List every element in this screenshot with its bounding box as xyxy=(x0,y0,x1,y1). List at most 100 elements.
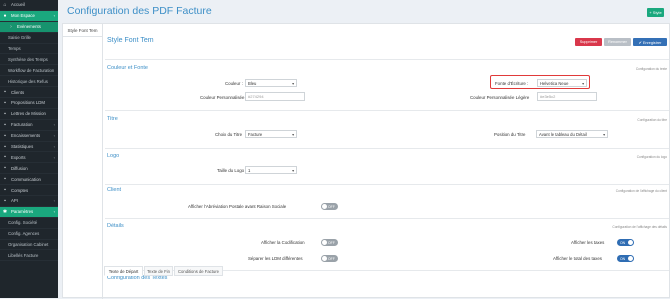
toggle-state: OFF xyxy=(328,240,335,245)
sidebar-item[interactable]: › Evènements xyxy=(0,21,58,33)
taille-logo-select[interactable]: 1 ▾ xyxy=(245,166,297,174)
sidebar-item-label: Evènements xyxy=(17,24,41,30)
position-titre-value: Avant le tableau du Détail xyxy=(539,131,587,137)
abreviation-label: Afficher l'Abréviation Postale avant Rai… xyxy=(188,204,287,209)
chevron-left-icon: ‹ xyxy=(53,198,55,204)
codification-label: Afficher la Codification xyxy=(261,240,305,245)
sidebar-item[interactable]: ▪ Propositions LDM xyxy=(0,98,58,109)
toggle-state: ON xyxy=(620,240,626,245)
separer-toggle[interactable]: OFF xyxy=(321,255,338,262)
choix-titre-label: Choix du Titre xyxy=(215,132,243,137)
couleur-perso-input[interactable]: #274294 xyxy=(245,92,305,101)
sidebar-item-label: Organisation Cabinet xyxy=(8,242,49,248)
divider xyxy=(105,110,669,111)
couleur-perso-label: Couleur Personnalisée xyxy=(200,95,245,100)
couleur-select[interactable]: Bleu ▾ xyxy=(245,79,297,87)
export-icon: ▪ xyxy=(4,154,6,161)
add-style-button[interactable]: + Style xyxy=(647,8,664,17)
main-area: Configuration des PDF Facture + Style St… xyxy=(58,0,670,299)
sidebar-item[interactable]: ⌂ Accueil xyxy=(0,0,58,11)
taille-logo-label: Taille du Logo xyxy=(217,168,245,173)
chevron-icon: › xyxy=(10,23,12,30)
sidebar-item[interactable]: ✱ Paramètres ‹ xyxy=(0,206,58,218)
divider xyxy=(105,148,669,149)
chat-icon: ▪ xyxy=(4,176,6,183)
sidebar-item[interactable]: Workflow de Facturation xyxy=(0,65,58,77)
invoice-icon: ▪ xyxy=(4,121,6,128)
tab-texte-fin[interactable]: Texte de Fin xyxy=(144,266,173,276)
sidebar-item[interactable]: ● Mon Espace ‹ xyxy=(0,10,58,22)
sidebar-item[interactable]: Temps xyxy=(0,44,58,55)
sidebar-item[interactable]: ▪ Communication xyxy=(0,174,58,186)
chevron-left-icon: ‹ xyxy=(53,154,55,160)
sidebar-item[interactable]: ▪ Comptes xyxy=(0,185,58,197)
chevron-down-icon: ▾ xyxy=(603,133,605,137)
sidebar-item[interactable]: ▪ Encaissements ‹ xyxy=(0,131,58,142)
abreviation-toggle[interactable]: OFF xyxy=(321,203,338,210)
sidebar-item-label: Workflow de Facturation xyxy=(8,67,55,73)
rename-button[interactable]: Renommer xyxy=(604,38,631,46)
sidebar-item-label: Statistiques xyxy=(11,144,34,150)
sidebar-item[interactable]: Config. Agences xyxy=(0,229,58,240)
sidebar-item[interactable]: Organisation Cabinet xyxy=(0,240,58,251)
fonte-highlight-box xyxy=(490,75,590,89)
toggle-state: OFF xyxy=(328,256,335,261)
sidebar-item[interactable]: ▪ Statistiques ‹ xyxy=(0,142,58,153)
position-titre-label: Position du Titre xyxy=(494,132,526,137)
choix-titre-select[interactable]: Facture ▾ xyxy=(245,130,297,138)
sidebar: ⌂ Accueil ● Mon Espace ‹ › Evènements Saisie Gr… xyxy=(0,0,58,298)
section-note-details: Configuration de l'affichage des détails xyxy=(612,225,667,229)
sidebar-item[interactable]: ▪ Lettres de Mission xyxy=(0,109,58,120)
couleur-perso-legere-input[interactable]: #e3e5c2 xyxy=(537,92,597,101)
save-button[interactable]: ✔ Enregistrer xyxy=(633,38,667,46)
tab-texte-depart[interactable]: Texte de Départ xyxy=(104,266,143,276)
vertical-tab-column xyxy=(63,37,103,299)
style-form: Style Font Tem Supprimer Renommer ✔ Enre… xyxy=(105,24,669,299)
choix-titre-value: Facture xyxy=(248,131,263,137)
config-panel: Style Font Tem Style Font Tem Supprimer … xyxy=(62,23,670,299)
total-taxes-toggle[interactable]: ON xyxy=(617,255,634,262)
sidebar-item-label: Temps xyxy=(8,46,21,51)
toggle-knob xyxy=(628,256,633,261)
couleur-value: Bleu xyxy=(248,80,257,86)
sidebar-item[interactable]: Config. Société xyxy=(0,218,58,229)
tab-style-font-tem[interactable]: Style Font Tem xyxy=(63,24,103,37)
page-title: Configuration des PDF Facture xyxy=(67,5,212,17)
toggle-knob xyxy=(322,256,327,261)
users-icon: ▪ xyxy=(4,187,6,194)
sidebar-item-label: Libellés Facture xyxy=(8,252,39,258)
sidebar-item-label: Comptes xyxy=(11,187,29,193)
sidebar-item-label: Propositions LDM xyxy=(11,100,45,106)
chart-icon: ▪ xyxy=(4,143,6,150)
document-icon: ▪ xyxy=(4,110,6,117)
sidebar-item-label: Synthèse des Temps xyxy=(8,56,48,62)
chevron-left-icon: ‹ xyxy=(53,13,55,19)
section-note-couleur: Configuration du texte xyxy=(635,67,667,71)
codification-toggle[interactable]: OFF xyxy=(321,239,338,246)
broadcast-icon: ▪ xyxy=(4,165,6,172)
sidebar-item[interactable]: ▪ API ‹ xyxy=(0,196,58,207)
sidebar-item-label: API xyxy=(11,198,18,204)
delete-button[interactable]: Supprimer xyxy=(575,38,602,46)
divider xyxy=(105,59,669,60)
style-title: Style Font Tem xyxy=(107,37,154,44)
total-taxes-label: Afficher le total des taxes xyxy=(553,256,602,261)
sidebar-item[interactable]: ▪ Diffusion xyxy=(0,163,58,175)
tab-conditions-facture[interactable]: Conditions de Facture xyxy=(174,266,223,276)
divider xyxy=(105,218,669,219)
toggle-knob xyxy=(322,240,327,245)
sidebar-item[interactable]: ▪ Exports ‹ xyxy=(0,152,58,164)
sidebar-item[interactable]: Synthèse des Temps xyxy=(0,54,58,66)
sidebar-item[interactable]: ▪ Facturation ‹ xyxy=(0,120,58,131)
sidebar-item-label: Clients xyxy=(11,89,25,95)
sidebar-item[interactable]: ▪ Clients xyxy=(0,87,58,99)
sidebar-item-label: Mon Espace xyxy=(11,13,35,19)
position-titre-select[interactable]: Avant le tableau du Détail ▾ xyxy=(536,130,608,138)
chevron-down-icon: ▾ xyxy=(292,169,294,173)
taxes-label: Afficher les taxes xyxy=(571,240,605,245)
sidebar-item[interactable]: Historique des Refus xyxy=(0,76,58,88)
taxes-toggle[interactable]: ON xyxy=(617,239,634,246)
sidebar-item[interactable]: Libellés Facture xyxy=(0,250,58,262)
taille-logo-value: 1 xyxy=(248,167,251,173)
sidebar-item[interactable]: Saisie Grille xyxy=(0,33,58,44)
